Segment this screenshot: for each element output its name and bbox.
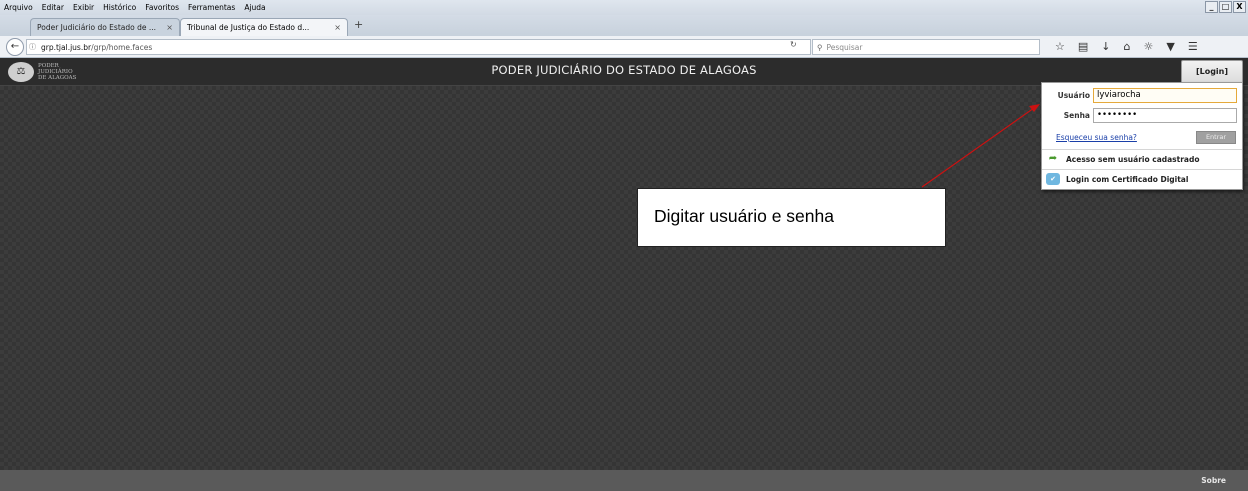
access-without-user-label: Acesso sem usuário cadastrado bbox=[1066, 154, 1200, 164]
bookmark-star-icon[interactable]: ☆ bbox=[1055, 40, 1065, 53]
maximize-button[interactable]: □ bbox=[1219, 1, 1232, 13]
toolbar-icons: ☆ ▤ ↓ ⌂ ☼ ▼ ☰ bbox=[1055, 40, 1198, 53]
login-panel: Usuário lyviarocha Senha •••••••• Esquec… bbox=[1041, 82, 1243, 190]
back-arrow-icon[interactable]: ← bbox=[6, 38, 24, 56]
menu-ferramentas[interactable]: Ferramentas bbox=[188, 3, 235, 12]
new-tab-button[interactable]: + bbox=[354, 18, 363, 31]
address-bar[interactable]: ⓘ grp.tjal.jus.br/grp/home.faces bbox=[26, 39, 811, 55]
certificate-login-option[interactable]: ✔ Login com Certificado Digital bbox=[1046, 173, 1188, 185]
tab-poder-judiciario[interactable]: Poder Judiciário do Estado de ... × bbox=[30, 18, 180, 36]
pocket-icon[interactable]: ▼ bbox=[1166, 40, 1174, 53]
entrar-button[interactable]: Entrar bbox=[1196, 131, 1236, 144]
menu-exibir[interactable]: Exibir bbox=[73, 3, 94, 12]
menu-hamburger-icon[interactable]: ☰ bbox=[1188, 40, 1198, 53]
certificate-login-label: Login com Certificado Digital bbox=[1066, 174, 1189, 184]
chat-icon[interactable]: ☼ bbox=[1143, 40, 1153, 53]
reload-icon[interactable]: ↻ bbox=[790, 40, 797, 49]
browser-menubar: Arquivo Editar Exibir Histórico Favorito… bbox=[0, 0, 1248, 15]
tab-title: Tribunal de Justiça do Estado d... bbox=[187, 23, 310, 32]
minimize-button[interactable]: _ bbox=[1205, 1, 1218, 13]
info-icon[interactable]: ⓘ bbox=[29, 42, 36, 52]
annotation-callout: Digitar usuário e senha bbox=[637, 188, 946, 247]
tab-tribunal-de-justica[interactable]: Tribunal de Justiça do Estado d... × bbox=[180, 18, 348, 36]
username-field[interactable]: lyviarocha bbox=[1093, 88, 1237, 103]
divider bbox=[1042, 169, 1242, 170]
browser-tabbar: Poder Judiciário do Estado de ... × Trib… bbox=[0, 15, 1248, 36]
login-toggle-button[interactable]: [Login] bbox=[1181, 60, 1243, 84]
home-icon[interactable]: ⌂ bbox=[1124, 40, 1131, 53]
divider bbox=[1042, 149, 1242, 150]
download-icon[interactable]: ↓ bbox=[1101, 40, 1110, 53]
menu-editar[interactable]: Editar bbox=[42, 3, 64, 12]
page-title: PODER JUDICIÁRIO DO ESTADO DE ALAGOAS bbox=[491, 63, 757, 77]
menu-ajuda[interactable]: Ajuda bbox=[244, 3, 265, 12]
tab-title: Poder Judiciário do Estado de ... bbox=[37, 23, 157, 32]
window-controls: _ □ X bbox=[1205, 1, 1246, 13]
search-icon: ⚲ bbox=[817, 42, 823, 52]
username-label: Usuário bbox=[1057, 91, 1090, 100]
browser-navbar: ← ⓘ grp.tjal.jus.br/grp/home.faces ↻ ⚲ P… bbox=[0, 36, 1248, 58]
search-input[interactable]: ⚲ Pesquisar bbox=[812, 39, 1040, 55]
password-field[interactable]: •••••••• bbox=[1093, 108, 1237, 123]
menu-historico[interactable]: Histórico bbox=[103, 3, 136, 12]
search-placeholder: Pesquisar bbox=[826, 42, 863, 52]
password-label: Senha bbox=[1063, 111, 1090, 120]
green-arrow-icon: ➦ bbox=[1048, 153, 1058, 164]
menu-favoritos[interactable]: Favoritos bbox=[145, 3, 179, 12]
url-path: /grp/home.faces bbox=[91, 42, 153, 52]
username-row: Usuário lyviarocha bbox=[1042, 88, 1237, 103]
access-without-user-option[interactable]: ➦ Acesso sem usuário cadastrado bbox=[1046, 153, 1200, 165]
sobre-link[interactable]: Sobre bbox=[1201, 476, 1226, 485]
tab-close-icon[interactable]: × bbox=[166, 23, 173, 32]
forgot-password-link[interactable]: Esqueceu sua senha? bbox=[1056, 133, 1137, 142]
reading-list-icon[interactable]: ▤ bbox=[1078, 40, 1088, 53]
password-row: Senha •••••••• bbox=[1042, 108, 1237, 123]
menu-arquivo[interactable]: Arquivo bbox=[4, 3, 33, 12]
url-host: grp.tjal.jus.br bbox=[41, 42, 92, 52]
certificate-icon: ✔ bbox=[1046, 173, 1060, 185]
footer: Sobre bbox=[0, 470, 1248, 491]
close-window-button[interactable]: X bbox=[1233, 1, 1246, 13]
tab-close-icon[interactable]: × bbox=[334, 23, 341, 32]
